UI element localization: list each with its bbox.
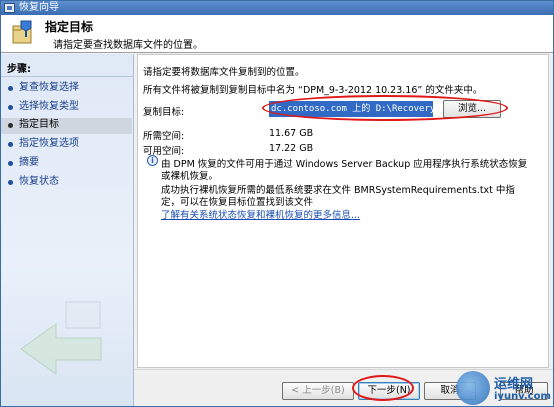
wizard-arrow-art-icon	[20, 301, 102, 375]
bullet-icon	[8, 180, 13, 185]
browse-button[interactable]: 浏览...	[443, 100, 501, 118]
info-icon: i	[147, 155, 158, 166]
bullet-icon	[8, 142, 13, 147]
wizard-footer: < 上一步(B) 下一步(N) 取消 帮助	[134, 369, 553, 406]
sidebar-item-specify-destination[interactable]: 指定目标	[1, 118, 132, 134]
required-space-value: 11.67 GB	[269, 128, 314, 139]
recovery-wizard-window: 恢复向导 指定目标 请指定要查找数据库文件的位置。 步骤: 复查恢复选择 选择恢…	[0, 0, 554, 407]
main-content-panel: 请指定要将数据库文件复制到的位置。 所有文件将被复制到复制目标中名为 “DPM_…	[137, 54, 549, 368]
title-bar: 恢复向导	[1, 1, 553, 15]
copy-note-text: 所有文件将被复制到复制目标中名为 “DPM_9-3-2012 10.23.16”…	[143, 85, 483, 96]
window-title: 恢复向导	[19, 2, 59, 13]
window-icon	[4, 3, 15, 13]
sidebar-item-label: 恢复状态	[19, 176, 59, 187]
learn-more-link[interactable]: 了解有关系统状态恢复和裸机恢复的更多信息...	[161, 207, 360, 221]
page-subtitle: 请指定要查找数据库文件的位置。	[53, 40, 203, 51]
sidebar-item-label: 选择恢复类型	[19, 101, 79, 112]
sidebar-item-recovery-options[interactable]: 指定恢复选项	[7, 137, 131, 153]
wizard-target-icon	[12, 20, 32, 44]
sidebar-item-label: 指定目标	[19, 119, 59, 130]
info-text-line4: 定，可以在恢复目标位置找到该文件	[161, 197, 314, 208]
sidebar-item-summary[interactable]: 摘要	[7, 156, 131, 172]
sidebar-item-label: 复查恢复选择	[19, 82, 79, 93]
target-label: 复制目标:	[143, 107, 185, 118]
bullet-icon	[8, 105, 13, 110]
bullet-icon	[8, 86, 13, 91]
copy-target-field[interactable]: dc.contoso.com 上的 D:\Recovery	[269, 101, 433, 117]
bullet-icon	[8, 161, 13, 166]
wizard-header: 指定目标 请指定要查找数据库文件的位置。	[1, 15, 553, 53]
intro-text: 请指定要将数据库文件复制到的位置。	[143, 67, 305, 78]
bullet-icon	[8, 123, 13, 128]
help-button[interactable]: 帮助	[500, 382, 548, 400]
next-button[interactable]: 下一步(N)	[358, 382, 420, 400]
required-space-label: 所需空间:	[143, 131, 185, 142]
page-title: 指定目标	[45, 20, 94, 34]
steps-sidebar: 步骤: 复查恢复选择 选择恢复类型 指定目标 指定恢复选项 摘要 恢复状态	[1, 54, 134, 406]
steps-title: 步骤:	[1, 63, 134, 77]
back-button[interactable]: < 上一步(B)	[282, 382, 354, 400]
sidebar-item-recovery-type[interactable]: 选择恢复类型	[7, 100, 131, 116]
sidebar-item-recovery-status[interactable]: 恢复状态	[7, 175, 131, 191]
sidebar-item-review-selection[interactable]: 复查恢复选择	[7, 81, 131, 97]
available-space-value: 17.22 GB	[269, 143, 314, 154]
sidebar-item-label: 摘要	[19, 157, 39, 168]
info-text-line2: 或裸机恢复。	[161, 171, 219, 182]
sidebar-item-label: 指定恢复选项	[19, 138, 79, 149]
cancel-button[interactable]: 取消	[424, 382, 476, 400]
